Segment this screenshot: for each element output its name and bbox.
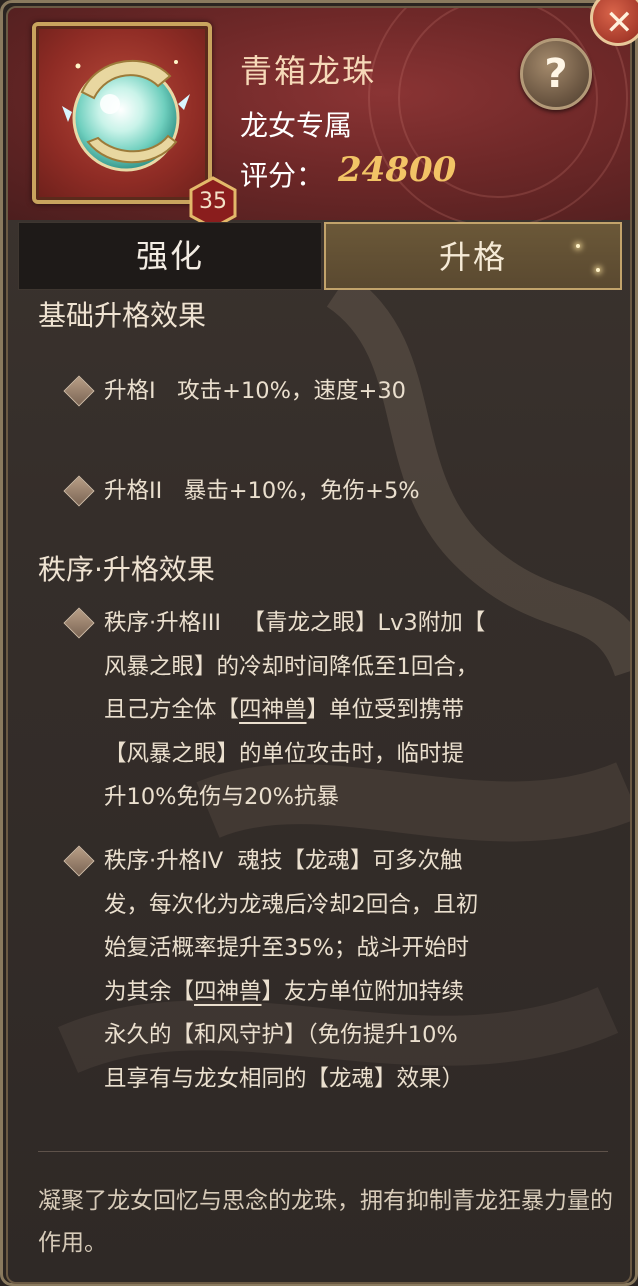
entry-effect-line: 且享有与龙女相同的【龙魂】效果） — [104, 1065, 465, 1092]
item-name: 青箱龙珠 — [240, 52, 377, 90]
dragon-orb-icon — [62, 59, 190, 172]
sparkle-icon — [596, 268, 600, 272]
entry-effect-line: 】单位受到携带 — [306, 697, 465, 723]
item-detail-panel: 35 青箱龙珠 龙女专属 评分： 24800 ? 强化 升格 基础升格效果 升格… — [6, 6, 632, 1284]
entry-tier: 秩序·升格IV — [104, 848, 224, 874]
keyword-link[interactable]: 四神兽 — [194, 979, 262, 1005]
tab-bar: 强化 升格 — [18, 222, 622, 290]
entry-tier: 升格I — [104, 378, 156, 404]
question-mark-icon: ? — [544, 51, 568, 97]
close-icon: ✕ — [605, 3, 634, 43]
item-header: 35 青箱龙珠 龙女专属 评分： 24800 ? — [8, 8, 630, 230]
entry-effect-line: 【青龙之眼】Lv3附加【 — [242, 610, 486, 636]
entry-tier: 秩序·升格III — [104, 610, 222, 636]
entry-effect-line: 发，每次化为龙魂后冷却2回合，且初 — [104, 891, 479, 918]
entry-effect-line: 【风暴之眼】的单位攻击时，临时提 — [104, 740, 465, 767]
keyword-link[interactable]: 四神兽 — [239, 697, 307, 723]
entry-effect-line: 】友方单位附加持续 — [261, 978, 465, 1005]
tab-upgrade-label: 升格 — [438, 238, 507, 276]
score-label: 评分： — [240, 159, 325, 192]
entry-effect-line: 为其余【 — [104, 978, 195, 1005]
entry-effect: 暴击+10%，免伤+5% — [183, 478, 420, 504]
basic-upgrade-title: 基础升格效果 — [38, 299, 207, 332]
diamond-bullet-icon — [63, 845, 95, 877]
entry-effect-line: 升10%免伤与20%抗暴 — [104, 784, 340, 810]
tab-upgrade[interactable]: 升格 — [324, 222, 622, 290]
score-value: 24800 — [338, 150, 457, 190]
entry-effect-line: 风暴之眼】的冷却时间降低至1回合， — [104, 653, 479, 680]
entry-effect-line: 魂技【龙魂】可多次触 — [237, 848, 463, 874]
level-number: 35 — [199, 189, 227, 214]
order-upgrade-title: 秩序·升格效果 — [38, 553, 215, 586]
diamond-bullet-icon — [63, 375, 95, 407]
entry-effect-line: 始复活概率提升至35%；战斗开始时 — [104, 935, 470, 961]
tab-enhance[interactable]: 强化 — [18, 222, 322, 290]
item-icon-frame: 35 — [32, 22, 237, 230]
entry-effect: 攻击+10%，速度+30 — [177, 378, 406, 404]
diamond-bullet-icon — [63, 607, 95, 639]
sparkle-icon — [576, 244, 580, 248]
section-divider — [38, 1151, 608, 1152]
entry-effect-line: 且己方全体【 — [104, 697, 240, 723]
help-button[interactable]: ? — [520, 38, 592, 110]
item-owner: 龙女专属 — [240, 109, 353, 142]
item-description: 凝聚了龙女回忆与思念的龙珠，拥有抑制青龙狂暴力量的作用。 — [38, 1188, 613, 1256]
diamond-bullet-icon — [63, 475, 95, 507]
entry-tier: 升格II — [104, 478, 163, 504]
entry-effect-line: 永久的【和风守护】（免伤提升10% — [104, 1022, 458, 1048]
